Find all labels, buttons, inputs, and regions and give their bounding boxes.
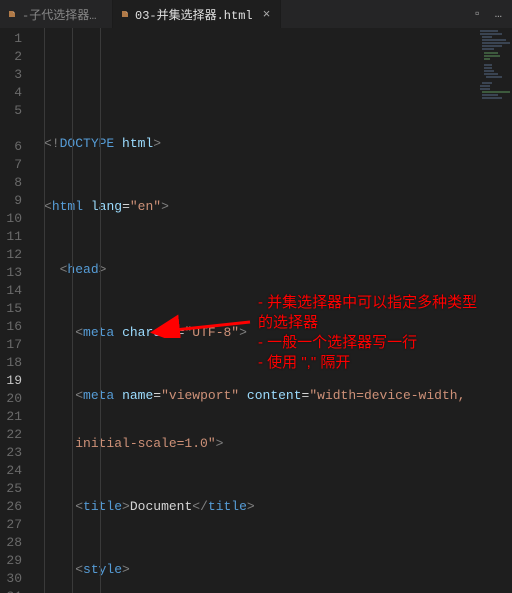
- tab-active[interactable]: 03-并集选择器.html ×: [113, 0, 281, 28]
- tab-bar: -子代选择器.html 03-并集选择器.html × ▫ …: [0, 0, 512, 28]
- minimap[interactable]: [478, 28, 512, 593]
- tab-label: 03-并集选择器.html: [135, 6, 253, 23]
- split-editor-icon[interactable]: ▫: [474, 7, 481, 21]
- tab-label: -子代选择器.html: [22, 6, 102, 23]
- editor[interactable]: 1234567891011121314151617181920212223242…: [0, 28, 512, 593]
- more-icon[interactable]: …: [495, 7, 502, 21]
- close-icon[interactable]: ×: [263, 7, 271, 22]
- editor-actions: ▫ …: [474, 7, 512, 21]
- code-area[interactable]: <!DOCTYPE html> <html lang="en"> <head> …: [28, 28, 512, 593]
- file-icon: [8, 10, 16, 18]
- line-number-gutter: 1234567891011121314151617181920212223242…: [0, 28, 28, 593]
- tab-inactive[interactable]: -子代选择器.html: [0, 0, 113, 28]
- file-icon: [121, 10, 129, 18]
